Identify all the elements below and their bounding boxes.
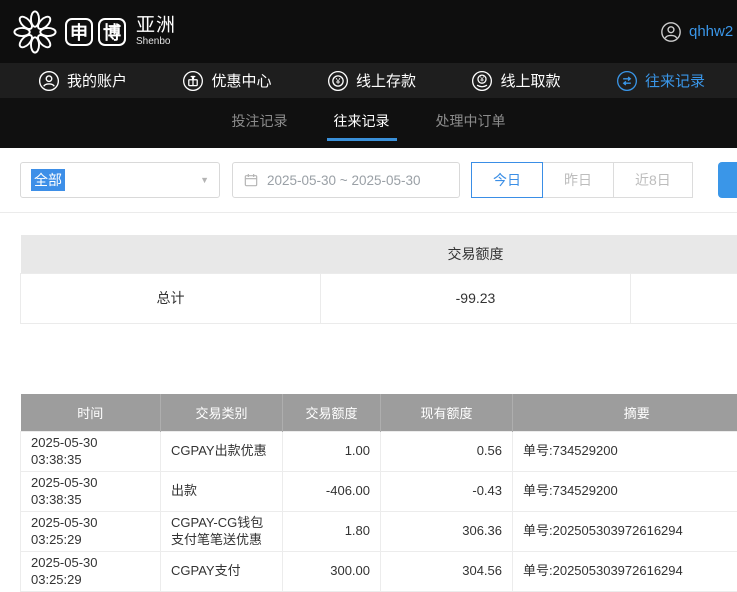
cell-type: CGPAY出款优惠 — [161, 432, 283, 472]
cell-time: 2025-05-30 03:25:29 — [21, 512, 161, 552]
yesterday-button[interactable]: 昨日 — [542, 162, 614, 198]
nav-item-withdraw[interactable]: ¥ 线上取款 — [471, 70, 560, 92]
cell-time: 2025-05-30 03:25:29 — [21, 552, 161, 592]
transactions-table: 时间 交易类别 交易额度 现有额度 摘要 2025-05-30 03:38:35… — [20, 394, 737, 592]
summary-header-blank — [631, 235, 737, 273]
brand-region: 亚洲 — [136, 16, 176, 37]
nav-item-label: 线上存款 — [356, 70, 416, 91]
tab-processing-orders[interactable]: 处理中订单 — [433, 98, 509, 148]
brand-subtitle: Shenbo — [136, 36, 176, 47]
cell-type: CGPAY-CG钱包支付笔笔送优惠 — [161, 512, 283, 552]
summary-header-amount: 交易额度 — [321, 235, 631, 273]
cell-amount: -406.00 — [283, 472, 381, 512]
nav-item-label: 优惠中心 — [211, 70, 271, 91]
last-8-days-button[interactable]: 近8日 — [613, 162, 693, 198]
cell-balance: 306.36 — [381, 512, 513, 552]
query-button[interactable] — [718, 162, 737, 198]
brand-logo[interactable]: 申 博 亚洲 Shenbo — [12, 9, 176, 55]
tab-transaction-records[interactable]: 往来记录 — [331, 98, 393, 148]
promo-icon — [182, 70, 204, 92]
selected-option: 全部 — [31, 169, 65, 191]
user-account[interactable]: qhhw2 — [660, 0, 733, 63]
cell-balance: 0.56 — [381, 432, 513, 472]
col-summary: 摘要 — [513, 394, 737, 432]
cell-amount: 1.00 — [283, 432, 381, 472]
sub-nav: 投注记录 往来记录 处理中订单 — [0, 98, 737, 148]
tab-betting-records[interactable]: 投注记录 — [229, 98, 291, 148]
cell-summary: 单号:734529200 — [513, 472, 737, 512]
account-icon — [38, 70, 60, 92]
nav-item-label: 线上取款 — [500, 70, 560, 91]
quick-date-buttons: 今日 昨日 近8日 — [472, 162, 693, 198]
cell-amount: 300.00 — [283, 552, 381, 592]
svg-text:¥: ¥ — [335, 76, 341, 85]
brand-char-bo: 博 — [98, 18, 126, 46]
date-range-value: 2025-05-30 ~ 2025-05-30 — [267, 173, 421, 188]
calendar-icon — [243, 172, 259, 188]
nav-item-deposit[interactable]: ¥ 线上存款 — [327, 70, 416, 92]
records-icon — [616, 70, 638, 92]
nav-item-my-account[interactable]: 我的账户 — [38, 70, 127, 92]
cell-time: 2025-05-30 03:38:35 — [21, 472, 161, 512]
brand-text: 亚洲 Shenbo — [136, 16, 176, 48]
username: qhhw2 — [689, 23, 733, 40]
table-row: 2025-05-30 03:38:35 CGPAY出款优惠 1.00 0.56 … — [21, 432, 737, 472]
cell-amount: 1.80 — [283, 512, 381, 552]
table-header-row: 时间 交易类别 交易额度 现有额度 摘要 — [21, 394, 737, 432]
cell-type: 出款 — [161, 472, 283, 512]
summary-empty-cell — [631, 273, 737, 323]
col-time: 时间 — [21, 394, 161, 432]
cell-balance: 304.56 — [381, 552, 513, 592]
summary-table: 交易额度 总计 -99.23 — [20, 235, 737, 324]
cell-time: 2025-05-30 03:38:35 — [21, 432, 161, 472]
summary-header-blank — [21, 235, 321, 273]
withdraw-icon: ¥ — [471, 70, 493, 92]
cell-summary: 单号:734529200 — [513, 432, 737, 472]
table-row: 2025-05-30 03:38:35 出款 -406.00 -0.43 单号:… — [21, 472, 737, 512]
col-amount: 交易额度 — [283, 394, 381, 432]
col-type: 交易类别 — [161, 394, 283, 432]
nav-item-label: 我的账户 — [67, 70, 127, 91]
date-range-input[interactable]: 2025-05-30 ~ 2025-05-30 — [232, 162, 460, 198]
summary-total-amount: -99.23 — [321, 273, 631, 323]
cell-balance: -0.43 — [381, 472, 513, 512]
main-nav: 我的账户 优惠中心 ¥ 线上存款 — [0, 63, 737, 98]
table-row: 2025-05-30 03:25:29 CGPAY支付 300.00 304.5… — [21, 552, 737, 592]
filter-section: 全部 ▼ 2025-05-30 ~ 2025-05-30 今日 昨日 近8日 — [0, 148, 737, 213]
user-icon — [660, 21, 682, 43]
summary-total-label: 总计 — [21, 273, 321, 323]
nav-item-records[interactable]: 往来记录 — [616, 70, 705, 92]
cell-summary: 单号:202505303972616294 — [513, 512, 737, 552]
today-button[interactable]: 今日 — [471, 162, 543, 198]
nav-item-promotions[interactable]: 优惠中心 — [182, 70, 271, 92]
summary-header-row: 交易额度 — [21, 235, 737, 273]
table-row: 2025-05-30 03:25:29 CGPAY-CG钱包支付笔笔送优惠 1.… — [21, 512, 737, 552]
cell-summary: 单号:202505303972616294 — [513, 552, 737, 592]
cell-type: CGPAY支付 — [161, 552, 283, 592]
category-select[interactable]: 全部 ▼ — [20, 162, 220, 198]
brand-char-shen: 申 — [65, 18, 93, 46]
page: 申 博 亚洲 Shenbo qhhw2 — [0, 0, 737, 592]
flower-logo-icon — [12, 9, 58, 55]
chevron-down-icon: ▼ — [200, 175, 209, 185]
svg-text:¥: ¥ — [481, 76, 485, 83]
brand-characters: 申 博 — [65, 18, 126, 46]
top-header: 申 博 亚洲 Shenbo qhhw2 — [0, 0, 737, 63]
nav-item-label: 往来记录 — [645, 70, 705, 91]
deposit-icon: ¥ — [327, 70, 349, 92]
col-balance: 现有额度 — [381, 394, 513, 432]
summary-row: 总计 -99.23 — [21, 273, 737, 323]
